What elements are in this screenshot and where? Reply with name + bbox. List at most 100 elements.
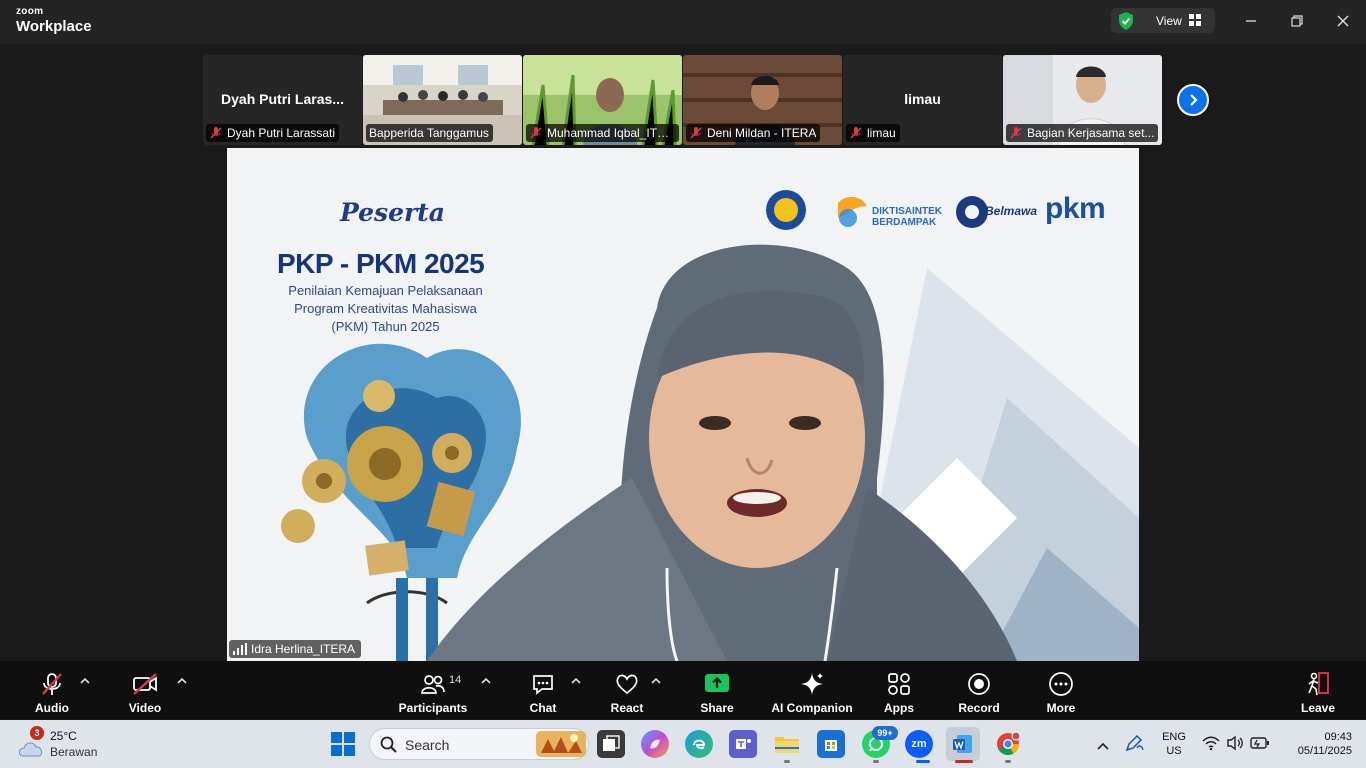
language-indicator[interactable]: ENG US [1156,730,1192,758]
share-button[interactable]: Share [699,661,735,719]
apps-icon [888,673,910,695]
share-label: Share [700,701,734,715]
chrome-app[interactable] [994,730,1022,758]
leave-button[interactable]: Leave [1300,661,1336,719]
pkm-logo: pkm [1045,192,1106,225]
restore-button[interactable] [1285,10,1309,32]
teams-app[interactable] [729,730,757,758]
task-view-app[interactable] [597,730,625,758]
restore-icon [1291,15,1303,27]
participant-tile[interactable]: limau limau [843,55,1002,145]
copilot-icon [650,739,660,749]
participant-label: Dyah Putri Larassati [206,124,340,142]
react-button[interactable]: React [609,661,645,719]
copilot-app[interactable] [641,730,669,758]
clock-date: 05/11/2025 [1297,745,1352,757]
ai-companion-label: AI Companion [771,701,853,715]
brand-top: zoom [16,6,44,17]
more-button[interactable]: More [1043,661,1079,719]
active-speaker-video[interactable]: Peserta PKP - PKM 2025 Penilaian Kemajua… [227,148,1139,661]
signal-strength-icon [233,643,247,655]
participant-tile[interactable]: Dyah Putri Laras... Dyah Putri Larassati [203,55,362,145]
store-icon [825,740,837,751]
slide-subtitle-line: Penilaian Kemajuan Pelaksanaan [288,283,483,298]
minimize-button[interactable] [1239,10,1263,32]
weather-description: Berawan [50,745,98,759]
slide-title: PKP - PKM 2025 [277,248,485,279]
zoom-app[interactable]: zm [905,730,933,758]
react-options-caret[interactable] [651,677,661,688]
chevron-up-icon [481,677,491,684]
record-button[interactable]: Record [958,661,1000,719]
running-indicator [784,760,790,763]
speaker-label: Idra Herlina_ITERA [229,640,362,658]
participant-tile[interactable]: Bapperida Tanggamus [363,55,522,145]
taskbar-search[interactable]: Search [369,728,589,760]
meeting-area: Dyah Putri Laras... Dyah Putri Larassati… [0,44,1366,661]
participant-label: limau [846,124,900,142]
chevron-up-icon [571,677,581,684]
participants-button[interactable]: Participants [399,661,467,719]
audio-button[interactable]: Audio [34,661,70,719]
ai-companion-button[interactable]: AI Companion [770,661,854,719]
close-button[interactable] [1331,10,1355,32]
logo-text: DIKTISAINTEK [872,206,942,217]
participants-icon [421,675,445,694]
mic-muted-icon [690,127,702,139]
participant-tile[interactable]: Bagian Kerjasama set... [1003,55,1162,145]
participants-options-caret[interactable] [481,677,491,688]
video-button[interactable]: Video [127,661,163,719]
network-button[interactable] [1202,735,1220,756]
teams-icon [736,739,751,749]
chevron-up-icon [651,677,661,684]
whatsapp-badge: 99+ [872,726,898,740]
mic-muted-icon [850,127,862,139]
belmawa-logo: Belmawa [985,204,1038,218]
start-button[interactable] [331,732,355,761]
volume-button[interactable] [1226,735,1244,756]
participant-tile[interactable]: Deni Mildan - ITERA [683,55,842,145]
slide-peserta: Peserta [340,198,445,227]
minimize-icon [1246,20,1256,22]
share-screen-icon [705,674,729,692]
chevron-up-icon [80,677,90,684]
view-button[interactable]: View [1111,8,1215,33]
apps-button[interactable]: Apps [881,661,917,719]
battery-button[interactable] [1250,736,1270,755]
pen-icon [1125,734,1144,752]
chat-options-caret[interactable] [571,677,581,688]
pen-tray-button[interactable] [1125,734,1145,757]
show-hidden-icons-button[interactable] [1097,738,1109,756]
language-code: ENG [1162,731,1186,743]
audio-label: Audio [35,701,69,715]
next-page-button[interactable] [1177,84,1209,116]
store-app[interactable] [817,730,845,758]
clock[interactable]: 09:43 05/11/2025 [1280,730,1352,758]
chat-button[interactable]: Chat [525,661,561,719]
search-placeholder: Search [405,737,450,753]
more-label: More [1046,701,1076,715]
chevron-up-icon [177,677,187,684]
record-icon [968,673,990,695]
sparkle-icon [801,673,823,695]
edge-app[interactable] [685,730,713,758]
video-options-caret[interactable] [177,677,187,688]
audio-options-caret[interactable] [80,677,90,688]
mic-muted-icon [42,673,62,695]
close-icon [1337,15,1349,27]
file-explorer-app[interactable] [773,730,801,758]
record-label: Record [958,701,1000,715]
speaker-name: Idra Herlina_ITERA [251,642,356,656]
speaker-icon [1227,735,1243,751]
participant-name: limau [867,126,896,140]
grid-view-icon [1189,14,1201,26]
video-label: Video [128,701,162,715]
word-app[interactable] [946,727,980,761]
running-indicator [1005,760,1011,763]
wifi-icon [1202,736,1220,751]
weather-alert-badge: 3 [30,726,44,740]
participant-display-name: Dyah Putri Laras... [221,91,344,107]
participant-tile[interactable]: Muhammad Iqbal_ITE... [523,55,682,145]
brand-bottom: Workplace [16,18,92,35]
task-view-icon [603,735,620,751]
